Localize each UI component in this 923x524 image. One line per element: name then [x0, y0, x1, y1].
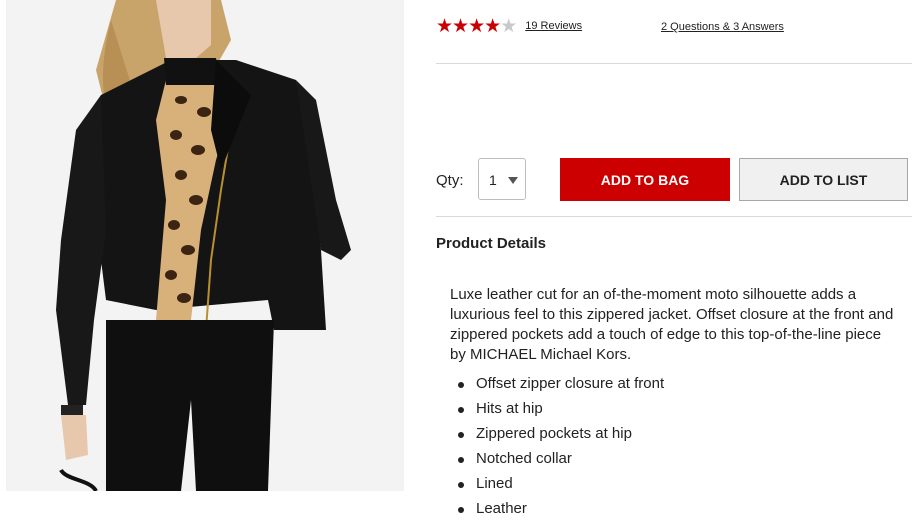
star-icon: ★: [452, 15, 469, 37]
qty-value: 1: [489, 172, 497, 188]
product-description: Luxe leather cut for an of-the-moment mo…: [450, 286, 894, 363]
rating-row: ★ ★ ★ ★ ★ 19 Reviews 2 Questions & 3 Ans…: [436, 14, 912, 38]
qty-select[interactable]: 1: [478, 158, 526, 200]
product-details-heading: Product Details: [436, 235, 547, 252]
add-to-bag-button[interactable]: ADD TO BAG: [560, 158, 730, 201]
purchase-row: Qty: 1 ADD TO BAG ADD TO LIST: [436, 158, 912, 202]
list-item: Zippered pockets at hip: [458, 424, 664, 449]
divider: [436, 216, 912, 217]
reviews-link[interactable]: 19 Reviews: [525, 20, 582, 32]
chevron-down-icon: [508, 177, 518, 184]
star-icon: ★: [468, 15, 485, 37]
list-item: Hits at hip: [458, 399, 664, 424]
product-photo-illustration: [6, 0, 404, 491]
list-item: Notched collar: [458, 449, 664, 474]
product-image[interactable]: [6, 0, 404, 491]
feature-list: Offset zipper closure at front Hits at h…: [458, 374, 664, 524]
add-to-list-button[interactable]: ADD TO LIST: [739, 158, 908, 201]
star-icon: ★: [484, 15, 501, 37]
list-item: Leather: [458, 499, 664, 524]
list-item: Lined: [458, 474, 664, 499]
list-item: Offset zipper closure at front: [458, 374, 664, 399]
qty-label: Qty:: [436, 172, 464, 189]
star-empty-icon: ★: [500, 15, 517, 37]
divider: [436, 63, 912, 64]
star-icon: ★: [436, 15, 453, 37]
questions-answers-link[interactable]: 2 Questions & 3 Answers: [661, 21, 784, 33]
star-rating: ★ ★ ★ ★ ★: [436, 15, 517, 37]
